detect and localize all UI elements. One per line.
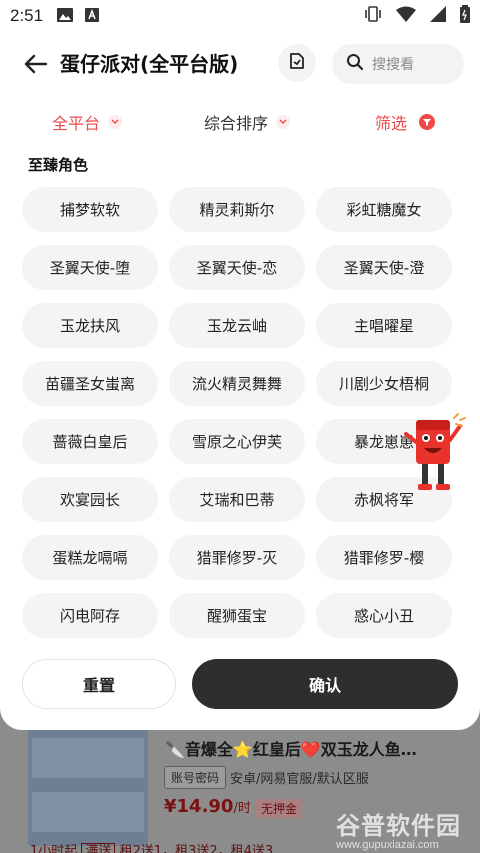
page-title: 蛋仔派对(全平台版)	[60, 52, 239, 76]
search-input[interactable]: 搜搜看	[332, 44, 464, 84]
character-chip[interactable]: 艾瑞和巴蒂	[169, 477, 305, 522]
chevron-down-icon	[108, 115, 123, 129]
funnel-icon	[419, 114, 436, 130]
character-chip[interactable]: 流火精灵舞舞	[169, 361, 305, 406]
character-chip[interactable]: 彩虹糖魔女	[316, 187, 452, 232]
status-time: 2:51	[10, 6, 44, 25]
search-icon	[346, 53, 364, 75]
listing-title: 🔪音爆全⭐红皇后❤️双玉龙人鱼…	[165, 740, 417, 759]
listing-tag: 账号密码	[164, 766, 227, 789]
listing-meta: 安卓/网易官服/默认区服	[230, 772, 369, 787]
tab-sort[interactable]: 综合排序	[204, 110, 291, 134]
tab-platform[interactable]: 全平台	[52, 110, 123, 134]
signal-icon	[430, 6, 446, 26]
character-chip[interactable]: 玉龙云岫	[169, 303, 305, 348]
character-chip[interactable]: 圣翼天使-堕	[22, 245, 158, 290]
battery-icon	[460, 5, 470, 27]
price-unit: /时	[233, 801, 251, 816]
promo-text: 租2送1，租3送2，租4送3	[119, 844, 274, 853]
character-chip[interactable]: 玉龙扶风	[22, 303, 158, 348]
reset-button[interactable]: 重置	[22, 659, 176, 709]
character-chip[interactable]: 醒狮蛋宝	[169, 593, 305, 638]
status-bar: 2:51	[0, 0, 480, 32]
character-chip[interactable]: 精灵莉斯尔	[169, 187, 305, 232]
listing-thumbnail	[28, 728, 148, 846]
filter-sheet: 蛋仔派对(全平台版) 搜搜看 全平台 综合排序 筛选 至臻角色 捕梦软软 精灵莉…	[0, 32, 480, 730]
tab-platform-label: 全平台	[52, 114, 101, 133]
character-chip[interactable]: 川剧少女梧桐	[316, 361, 452, 406]
font-icon	[85, 7, 100, 26]
vibrate-icon	[364, 6, 382, 26]
character-grid: 捕梦软软 精灵莉斯尔 彩虹糖魔女 圣翼天使-堕 圣翼天使-恋 圣翼天使-澄 玉龙…	[22, 187, 454, 638]
character-chip[interactable]: 圣翼天使-澄	[316, 245, 452, 290]
document-icon	[287, 51, 307, 75]
tab-filter[interactable]: 筛选	[375, 110, 436, 134]
deposit-badge: 无押金	[256, 799, 303, 818]
watermark-text: 谷普软件园	[336, 812, 461, 840]
character-chip[interactable]: 主唱曜星	[316, 303, 452, 348]
arrow-left-icon	[22, 54, 50, 82]
tab-sort-label: 综合排序	[204, 114, 269, 133]
chevron-down-icon	[276, 115, 291, 129]
promo-badge: 满送	[81, 843, 116, 853]
character-chip[interactable]: 猎罪修罗-樱	[316, 535, 452, 580]
confirm-button[interactable]: 确认	[192, 659, 458, 709]
character-chip[interactable]: 雪原之心伊芙	[169, 419, 305, 464]
character-chip[interactable]: 猎罪修罗-灭	[169, 535, 305, 580]
search-placeholder: 搜搜看	[372, 57, 414, 73]
character-chip[interactable]: 捕梦软软	[22, 187, 158, 232]
document-button[interactable]	[278, 44, 316, 82]
tab-filter-label: 筛选	[375, 114, 408, 133]
character-chip[interactable]: 闪电阿存	[22, 593, 158, 638]
rent-start: 1小时起	[30, 844, 78, 853]
back-button[interactable]	[22, 50, 50, 78]
watermark: 谷普软件园 www.gupuxiazai.com	[336, 806, 476, 851]
filter-tabs: 全平台 综合排序 筛选	[0, 104, 480, 144]
character-chip[interactable]: 蛋糕龙嗝嗝	[22, 535, 158, 580]
red-packet-mascot[interactable]	[402, 412, 468, 504]
gallery-icon	[57, 7, 74, 26]
header: 蛋仔派对(全平台版) 搜搜看	[0, 32, 480, 96]
section-title: 至臻角色	[28, 156, 89, 174]
character-chip[interactable]: 苗疆圣女蚩离	[22, 361, 158, 406]
listing-promo-row: 1小时起 满送 租2送1，租3送2，租4送3	[30, 840, 273, 853]
character-chip[interactable]: 欢宴园长	[22, 477, 158, 522]
character-chip[interactable]: 蔷薇白皇后	[22, 419, 158, 464]
character-chip[interactable]: 圣翼天使-恋	[169, 245, 305, 290]
character-chip[interactable]: 惑心小丑	[316, 593, 452, 638]
listing-price: ¥14.90/时	[164, 796, 251, 817]
price-value: ¥14.90	[164, 796, 234, 817]
wifi-icon	[396, 6, 416, 26]
